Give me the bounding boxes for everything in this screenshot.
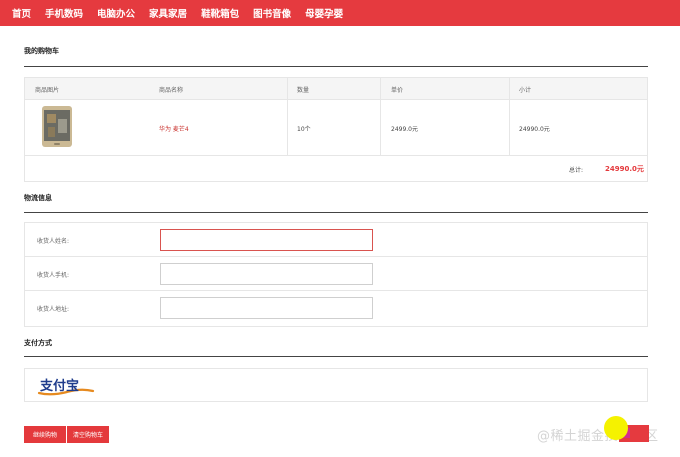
receiver-name-input[interactable] [160, 229, 373, 251]
column-divider [380, 78, 381, 155]
nav-item-phones[interactable]: 手机数码 [45, 6, 83, 20]
nav-item-baby[interactable]: 母婴孕婴 [305, 6, 343, 20]
nav-item-books-media[interactable]: 图书音像 [253, 6, 291, 20]
receiver-phone-label: 收货人手机: [37, 272, 70, 279]
form-row-name: 收货人姓名: [25, 223, 647, 257]
receiver-address-input[interactable] [160, 297, 373, 319]
row-divider [25, 155, 647, 156]
alipay-logo[interactable]: 支付宝 [37, 375, 95, 397]
receiver-address-label: 收货人地址: [37, 306, 70, 313]
total-value: 24990.0元 [605, 165, 644, 173]
column-divider [287, 78, 288, 155]
column-divider [509, 78, 510, 155]
cart-section-divider [24, 66, 648, 67]
form-row-address: 收货人地址: [25, 291, 647, 325]
receiver-name-label: 收货人姓名: [37, 238, 70, 245]
payment-options: 支付宝 [24, 368, 648, 402]
nav-item-furniture[interactable]: 家具家居 [149, 6, 187, 20]
top-nav-bar: 首页 手机数码 电脑办公 家具家居 鞋靴箱包 图书音像 母婴孕婴 [0, 0, 680, 26]
form-row-phone: 收货人手机: [25, 257, 647, 291]
header-subtotal: 小计 [519, 87, 532, 94]
receiver-phone-input[interactable] [160, 263, 373, 285]
clear-cart-button[interactable]: 清空购物车 [67, 426, 109, 443]
payment-section-divider [24, 356, 648, 357]
product-subtotal: 24990.0元 [519, 126, 550, 133]
header-quantity: 数量 [297, 87, 310, 94]
cursor-highlight-icon [604, 416, 628, 440]
continue-shopping-button[interactable]: 继续购物 [24, 426, 66, 443]
product-name-link[interactable]: 华为 麦芒4 [159, 124, 189, 133]
cart-table: 商品图片 商品名称 数量 单价 小计 华为 麦芒4 10个 2499.0元 24… [24, 77, 648, 182]
header-product-name: 商品名称 [159, 87, 184, 94]
total-label: 总计: [569, 167, 584, 174]
cart-table-header [25, 78, 647, 100]
shipping-form: 收货人姓名: 收货人手机: 收货人地址: [24, 222, 648, 327]
product-quantity: 10个 [297, 126, 311, 133]
phone-product-image[interactable] [39, 105, 75, 148]
nav-item-shoes-bags[interactable]: 鞋靴箱包 [201, 6, 239, 20]
nav-item-home[interactable]: 首页 [12, 6, 31, 20]
shipping-section-divider [24, 212, 648, 213]
cart-section-title: 我的购物车 [24, 47, 59, 55]
alipay-logo-text: 支付宝 [39, 378, 79, 394]
shipping-section-title: 物流信息 [24, 194, 52, 202]
header-unit-price: 单价 [391, 87, 404, 94]
header-product-image: 商品图片 [35, 87, 60, 94]
nav-item-computers[interactable]: 电脑办公 [97, 6, 135, 20]
product-unit-price: 2499.0元 [391, 126, 418, 133]
payment-section-title: 支付方式 [24, 339, 52, 347]
